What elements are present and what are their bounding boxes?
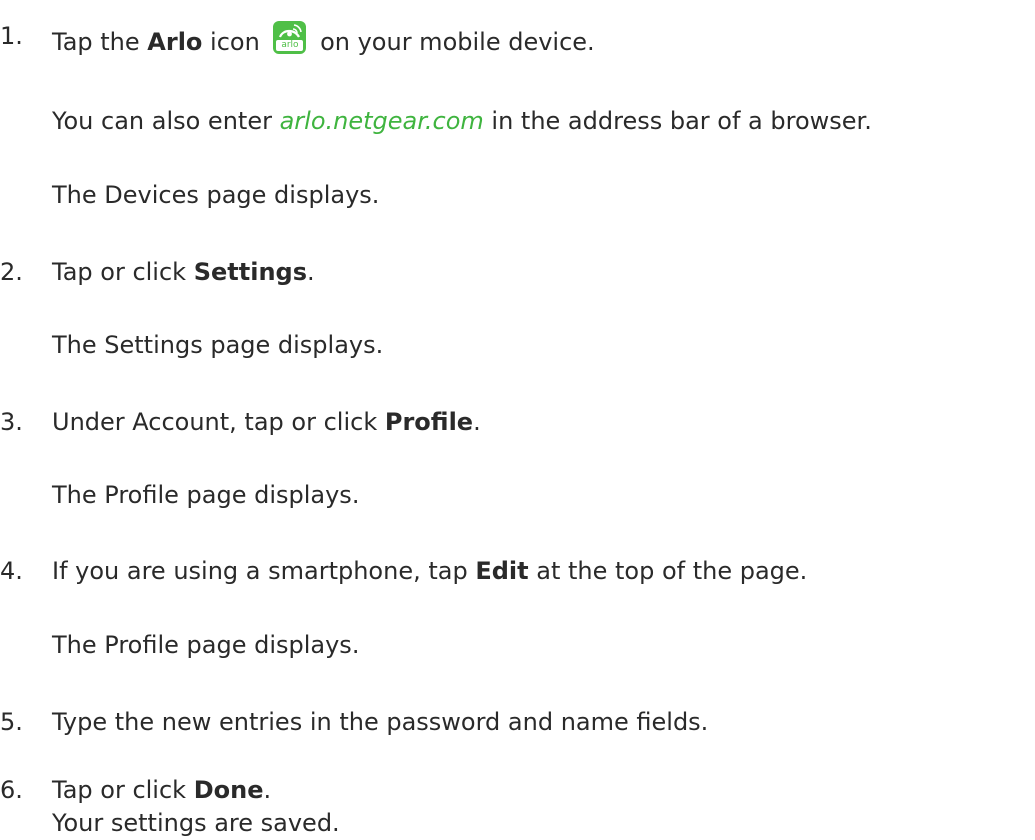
- done-label: Done: [193, 776, 264, 804]
- step-text: .: [307, 258, 315, 286]
- step-number: 5.: [0, 708, 23, 736]
- settings-label: Settings: [193, 258, 307, 286]
- step-6-result: Your settings are saved.: [52, 809, 340, 837]
- profile-label: Profile: [384, 408, 474, 436]
- step-2-result: The Settings page displays.: [52, 331, 384, 359]
- step-text: Tap the: [52, 28, 148, 56]
- step-text: .: [473, 408, 481, 436]
- arlo-website-link[interactable]: arlo.netgear.com: [280, 107, 484, 135]
- step-4-result: The Profile page displays.: [52, 631, 360, 659]
- step-text: If you are using a smartphone, tap: [52, 557, 476, 585]
- note-text: in the address bar of a browser.: [483, 107, 872, 135]
- step-text: Tap or click: [52, 258, 194, 286]
- arlo-logo-text: arlo: [276, 40, 304, 51]
- step-text: on your mobile device.: [312, 28, 595, 56]
- step-number: 4.: [0, 557, 23, 585]
- step-1-note: You can also enter arlo.netgear.com in t…: [52, 106, 872, 136]
- step-text: icon: [202, 28, 260, 56]
- step-number: 3.: [0, 408, 23, 436]
- step-number: 6.: [0, 776, 23, 804]
- step-text: .: [263, 776, 272, 804]
- note-text: You can also enter: [52, 107, 280, 135]
- step-text: Under Account, tap or click: [52, 408, 385, 436]
- step-1-result: The Devices page displays.: [52, 181, 380, 209]
- step-number: 1.: [0, 22, 23, 50]
- edit-label: Edit: [475, 557, 529, 585]
- step-text: Type the new entries in the password and…: [52, 708, 709, 736]
- step-number: 2.: [0, 258, 23, 286]
- arlo-app-icon: arlo: [273, 21, 307, 54]
- app-name: Arlo: [147, 28, 203, 56]
- step-text: at the top of the page.: [528, 557, 808, 585]
- step-3-result: The Profile page displays.: [52, 481, 360, 509]
- step-text: Tap or click: [52, 776, 194, 804]
